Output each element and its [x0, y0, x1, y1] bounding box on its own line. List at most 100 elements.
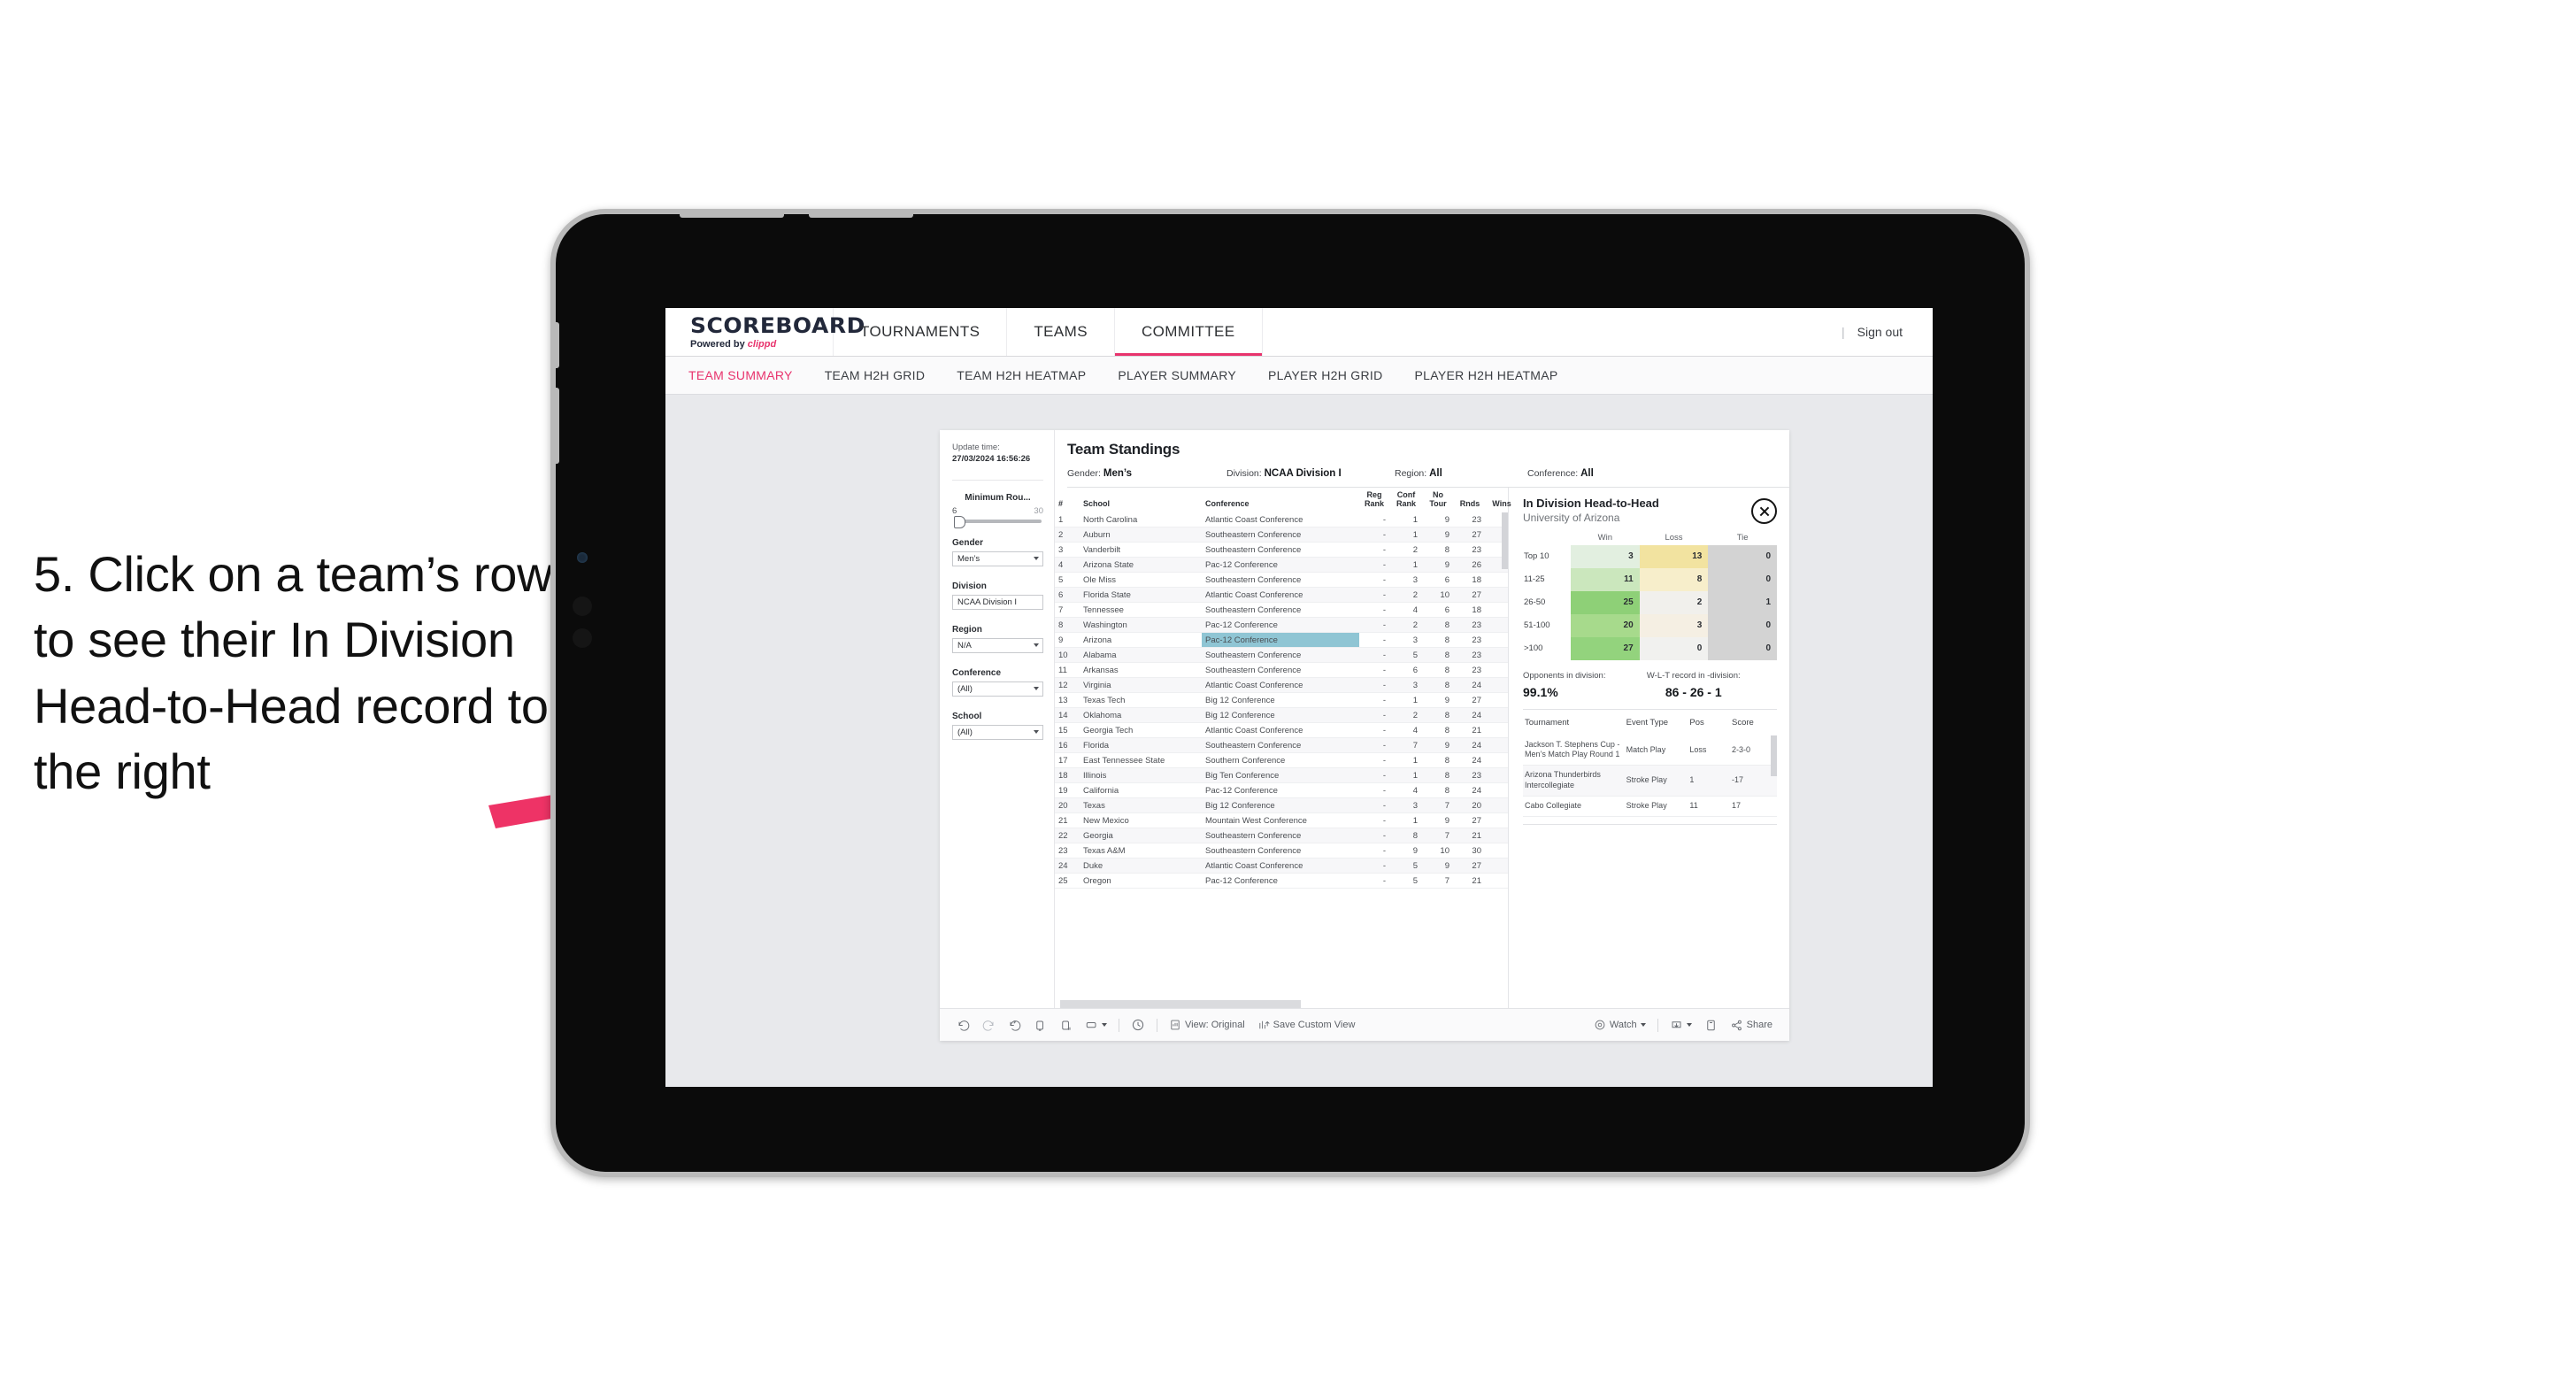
table-row[interactable]: 19CaliforniaPac-12 Conference-48242 — [1055, 782, 1508, 799]
cell-rank: 6 — [1055, 587, 1080, 604]
fullscreen-button[interactable] — [1698, 1019, 1724, 1032]
col-conference[interactable]: Conference — [1202, 488, 1359, 512]
table-row[interactable]: 10AlabamaSoutheastern Conference-58233 — [1055, 647, 1508, 664]
viz-split: # School Conference Reg Rank Conf Rank No T… — [1055, 488, 1789, 1008]
cell-school: Texas Tech — [1080, 692, 1202, 709]
heatmap-cell-loss[interactable]: 8 — [1639, 567, 1709, 591]
table-row[interactable]: 11ArkansasSoutheastern Conference-68232 — [1055, 662, 1508, 679]
table-row[interactable]: 3VanderbiltSoutheastern Conference-28235 — [1055, 542, 1508, 558]
list-item[interactable]: Arizona Thunderbirds Intercollegiate Stro… — [1523, 765, 1777, 797]
tt-col-event-type[interactable]: Event Type — [1625, 712, 1688, 734]
table-row[interactable]: 4Arizona StatePac-12 Conference-19261 — [1055, 557, 1508, 574]
nav-committee[interactable]: COMMITTEE — [1114, 308, 1263, 356]
subtab-team-h2h-heatmap[interactable]: TEAM H2H HEATMAP — [957, 368, 1086, 382]
heatmap-cell-win[interactable]: 3 — [1571, 544, 1640, 568]
table-row[interactable]: 14OklahomaBig 12 Conference-28242 — [1055, 707, 1508, 724]
table-row[interactable]: 5Ole MissSoutheastern Conference-36181 — [1055, 572, 1508, 589]
download-button[interactable] — [1664, 1019, 1698, 1032]
table-row[interactable]: 13Texas TechBig 12 Conference-19272 — [1055, 692, 1508, 709]
table-row[interactable]: 8WashingtonPac-12 Conference-28231 — [1055, 617, 1508, 634]
table-row[interactable]: 15 Georgia Tech Atlantic Coast Conference -… — [1055, 722, 1508, 739]
subtab-player-summary[interactable]: PLAYER SUMMARY — [1118, 368, 1236, 382]
table-row[interactable]: 17 East Tennessee State Southern Conferenc… — [1055, 752, 1508, 769]
heatmap-cell-win[interactable]: 27 — [1571, 636, 1640, 660]
watch-button[interactable]: Watch — [1588, 1019, 1652, 1031]
table-row[interactable]: 20TexasBig 12 Conference-37200 — [1055, 797, 1508, 814]
undo-button[interactable] — [950, 1019, 976, 1032]
standings-scroll-region[interactable]: 1 North Carolina Atlantic Coast Conference… — [1055, 512, 1508, 998]
nav-teams[interactable]: TEAMS — [1007, 308, 1115, 356]
cell-rank: 4 — [1055, 557, 1080, 574]
table-row[interactable]: 22GeorgiaSoutheastern Conference-87211 — [1055, 828, 1508, 844]
close-icon[interactable] — [1751, 498, 1777, 524]
heatmap-cell-loss[interactable]: 0 — [1639, 636, 1709, 660]
view-original-button[interactable]: View: Original — [1163, 1019, 1251, 1031]
list-item[interactable]: Cabo Collegiate Stroke Play 11 17 — [1523, 796, 1777, 817]
cell-conference: Pac-12 Conference — [1202, 617, 1359, 634]
table-row[interactable]: 7TennesseeSoutheastern Conference-46182 — [1055, 602, 1508, 619]
pause-button[interactable] — [1053, 1019, 1079, 1032]
table-row[interactable]: 21 New Mexico Mountain West Conference -1 9 2… — [1055, 812, 1508, 829]
device-layout-button[interactable] — [1079, 1019, 1113, 1032]
cell-reg-rank: - — [1359, 752, 1391, 769]
summary-gender: Gender: Men’s — [1067, 468, 1226, 479]
redo-button[interactable] — [976, 1019, 1002, 1032]
col-rank[interactable]: # — [1055, 488, 1080, 512]
heatmap-cell-win[interactable]: 25 — [1571, 590, 1640, 614]
standings-horizontal-scrollbar[interactable] — [1060, 1000, 1301, 1008]
tt-col-score[interactable]: Score — [1730, 712, 1777, 734]
table-row[interactable]: 16FloridaSoutheastern Conference-79244 — [1055, 737, 1508, 754]
subtab-team-h2h-grid[interactable]: TEAM H2H GRID — [825, 368, 926, 382]
refresh-button[interactable] — [1027, 1019, 1053, 1032]
subtab-player-h2h-grid[interactable]: PLAYER H2H GRID — [1268, 368, 1383, 382]
standings-vertical-scrollbar[interactable] — [1502, 512, 1508, 570]
table-row[interactable]: 23 Texas A&M Southeastern Conference -9 10 30… — [1055, 843, 1508, 859]
tournament-vertical-scrollbar[interactable] — [1771, 735, 1777, 776]
heatmap-cell-loss[interactable]: 2 — [1639, 590, 1709, 614]
table-row[interactable]: 1 North Carolina Atlantic Coast Conference… — [1055, 512, 1508, 528]
table-row[interactable]: 2AuburnSoutheastern Conference-19276 — [1055, 527, 1508, 543]
cell-wins: 4 — [1487, 737, 1508, 754]
table-row[interactable]: 25OregonPac-12 Conference-57210 — [1055, 873, 1508, 889]
share-button[interactable]: Share — [1724, 1019, 1779, 1032]
region-select[interactable]: N/A — [952, 637, 1043, 653]
heatmap-cell-tie[interactable]: 0 — [1708, 636, 1777, 660]
table-row[interactable]: 9ArizonaPac-12 Conference-38232 — [1055, 632, 1508, 649]
heatmap-cell-tie[interactable]: 0 — [1708, 567, 1777, 591]
gender-select[interactable]: Men’s — [952, 551, 1043, 566]
col-no-tour[interactable]: No Tour — [1423, 488, 1455, 512]
heatmap-cell-tie[interactable]: 0 — [1708, 544, 1777, 568]
tournament-scroll-region[interactable]: Jackson T. Stephens Cup - Men’s Match Pl… — [1523, 734, 1777, 817]
heatmap-cell-loss[interactable]: 3 — [1639, 613, 1709, 637]
cell-reg-rank: - — [1359, 858, 1391, 874]
col-reg-rank[interactable]: Reg Rank — [1359, 488, 1391, 512]
heatmap-cell-win[interactable]: 11 — [1571, 567, 1640, 591]
app-logo[interactable]: SCOREBOARD Powered by clippd — [665, 308, 865, 356]
save-custom-view-button[interactable]: Save Custom View — [1251, 1019, 1362, 1031]
tt-col-tournament[interactable]: Tournament — [1523, 712, 1625, 734]
min-rounds-slider-handle[interactable] — [954, 515, 965, 528]
col-rnds[interactable]: Rnds — [1455, 488, 1487, 512]
table-row[interactable]: 24DukeAtlantic Coast Conference-59271 — [1055, 858, 1508, 874]
revert-button[interactable] — [1002, 1019, 1027, 1032]
conference-select[interactable]: (All) — [952, 681, 1043, 697]
col-conf-rank[interactable]: Conf Rank — [1391, 488, 1423, 512]
min-rounds-slider[interactable] — [954, 515, 1042, 528]
pause-auto-update-button[interactable] — [1125, 1018, 1151, 1032]
sign-out-link[interactable]: Sign out — [1857, 325, 1903, 339]
table-row[interactable]: 18IllinoisBig Ten Conference-18233 — [1055, 767, 1508, 784]
heatmap-cell-loss[interactable]: 13 — [1639, 544, 1709, 568]
subtab-team-summary[interactable]: TEAM SUMMARY — [688, 368, 793, 382]
division-select[interactable]: NCAA Division I — [952, 594, 1043, 610]
subtab-player-h2h-heatmap[interactable]: PLAYER H2H HEATMAP — [1415, 368, 1558, 382]
school-select[interactable]: (All) — [952, 724, 1043, 740]
list-item[interactable]: Jackson T. Stephens Cup - Men’s Match Pl… — [1523, 735, 1777, 766]
col-school[interactable]: School — [1080, 488, 1202, 512]
heatmap-cell-tie[interactable]: 0 — [1708, 613, 1777, 637]
table-row[interactable]: 12 Virginia Atlantic Coast Conference -3 8 24… — [1055, 677, 1508, 694]
nav-tournaments[interactable]: TOURNAMENTS — [834, 308, 1008, 356]
heatmap-cell-win[interactable]: 20 — [1571, 613, 1640, 637]
heatmap-cell-tie[interactable]: 1 — [1708, 590, 1777, 614]
table-row[interactable]: 6 Florida State Atlantic Coast Conference -… — [1055, 587, 1508, 604]
tt-col-pos[interactable]: Pos — [1688, 712, 1730, 734]
